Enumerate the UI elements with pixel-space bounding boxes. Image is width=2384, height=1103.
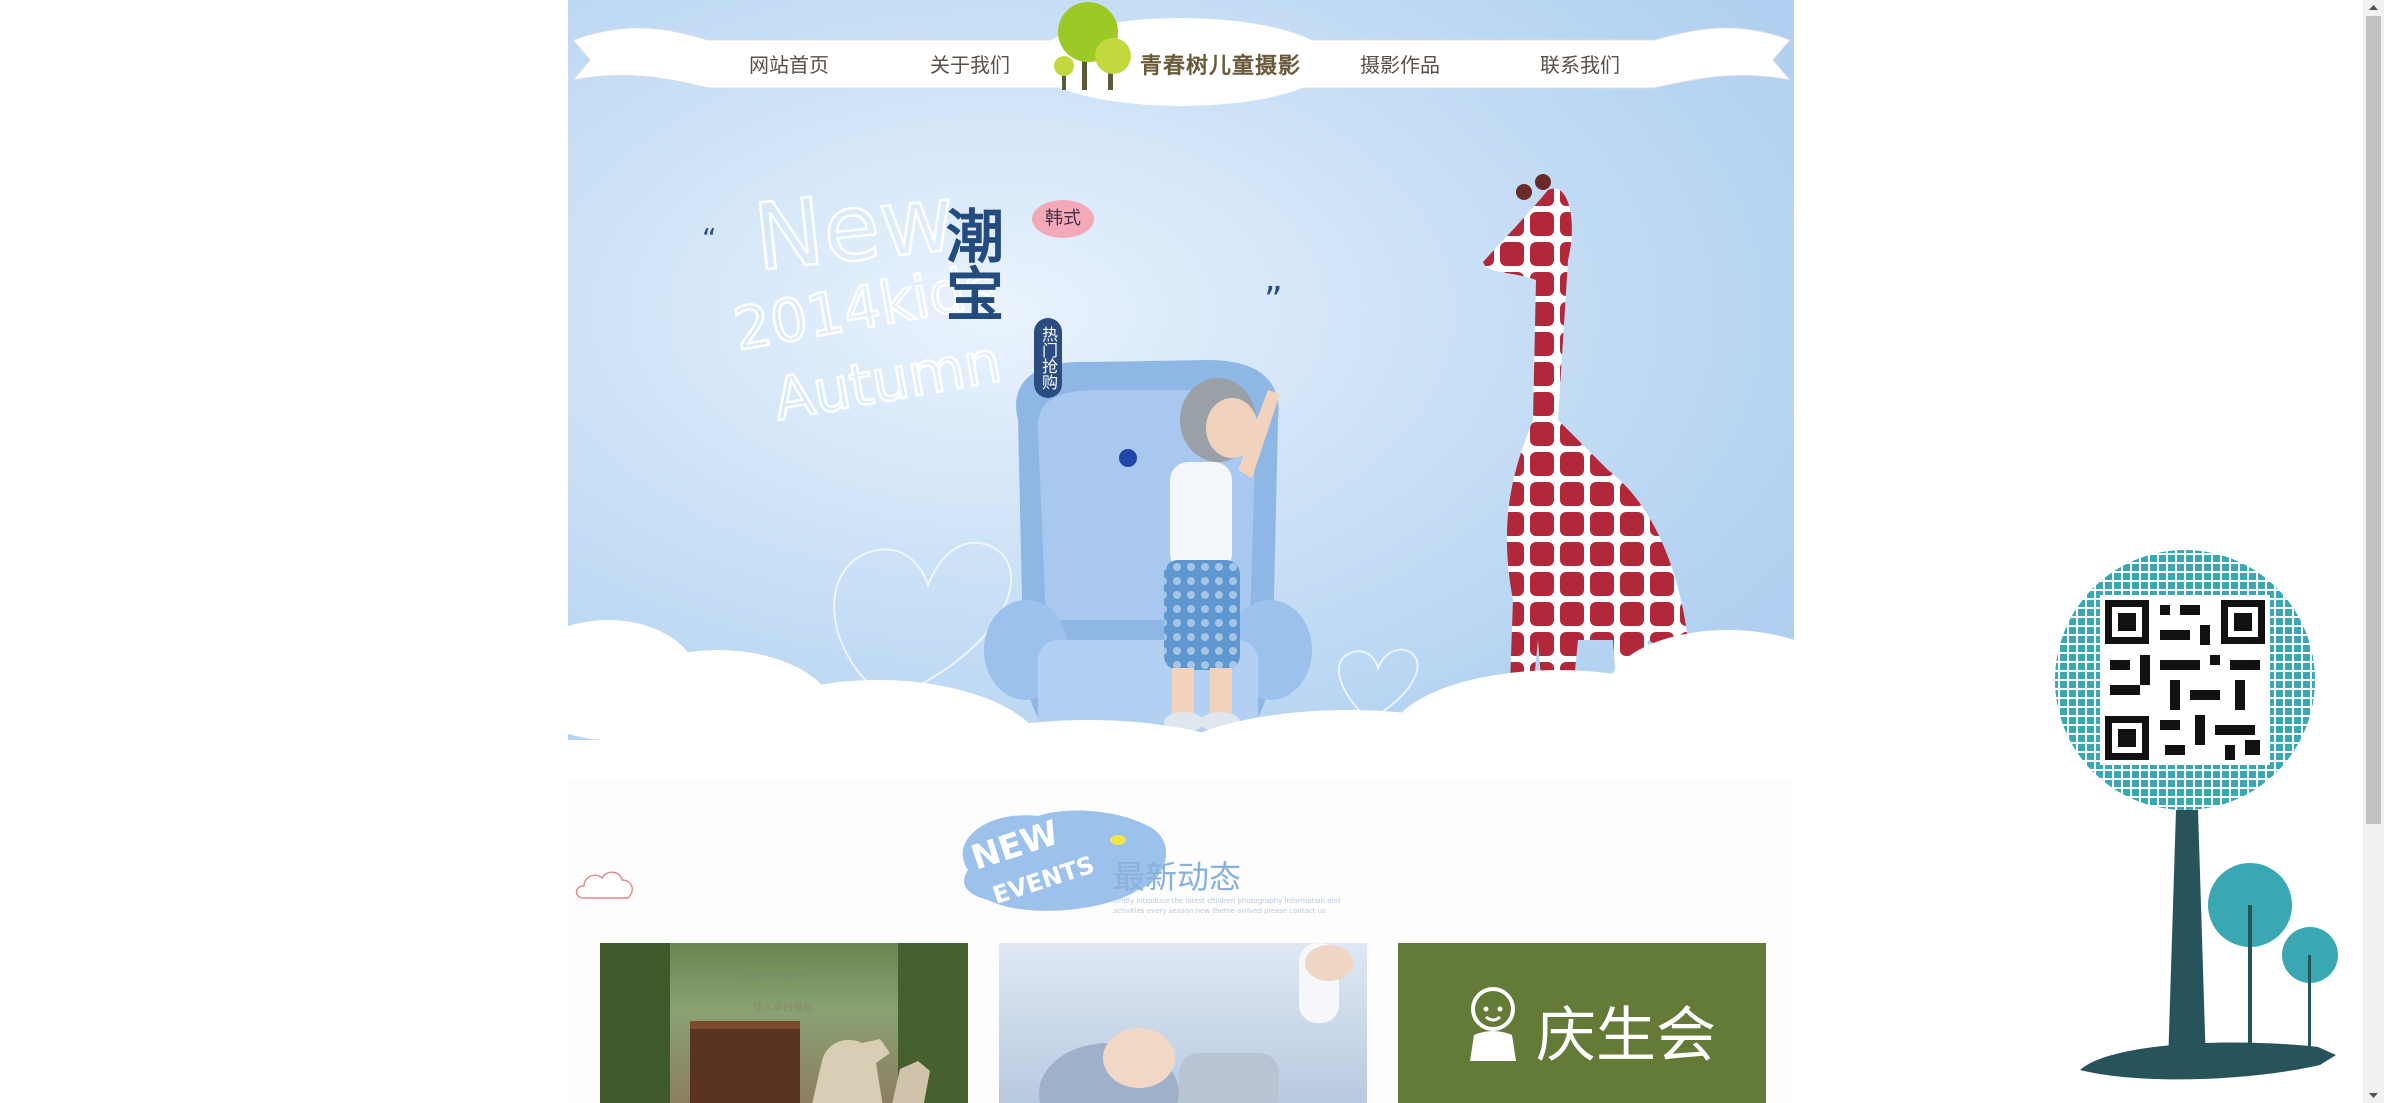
qr-code-icon [2100,595,2270,765]
hero-banner: 网站首页 关于我们 青春树儿童摄影 摄影作品 联系我们 New 2014kids… [568,0,1794,780]
news-card-baby[interactable] [999,943,1367,1103]
scroll-down-arrow-icon[interactable] [2363,1087,2384,1103]
page-container: 网站首页 关于我们 青春树儿童摄影 摄影作品 联系我们 New 2014kids… [568,0,1794,1103]
card-photo-baby [1039,943,1353,1103]
card-title-birthday: 庆生会 [1536,1001,1716,1071]
promo-badge-korean: 韩式 [1032,200,1094,238]
page-scrollbar[interactable] [2363,0,2384,1103]
quote-open-icon: “ [702,222,717,255]
promo-hot-tag[interactable]: 热门抢购 [1034,318,1062,398]
news-card-piano[interactable]: Jiawen Yunxiu 佳人孕妇摄影 [600,943,968,1103]
tree-icon [2080,810,2338,1080]
baby-icon [1470,987,1516,1061]
card-caption-cn: 佳人孕妇摄影 [753,1003,813,1014]
news-card-birthday[interactable]: 庆生会 [1398,943,1766,1103]
cloud-icon [575,871,633,899]
news-section-title: 最新动态 [1113,858,1242,896]
qr-code-tree-widget[interactable] [2050,545,2350,1085]
quote-close-icon: ” [1264,280,1283,321]
promo-title-cn: 潮宝 [946,203,1005,329]
promo-text-art: New 2014kids Autumn “ ” [702,163,1283,435]
card-photo-piano [600,943,968,1103]
news-section-subtitle: kindly introduce the latest children pho… [1113,897,1341,915]
card-caption-en: Jiawen Yunxiu [740,971,812,982]
scroll-up-arrow-icon[interactable] [2363,0,2384,16]
scrollbar-thumb[interactable] [2366,16,2381,824]
